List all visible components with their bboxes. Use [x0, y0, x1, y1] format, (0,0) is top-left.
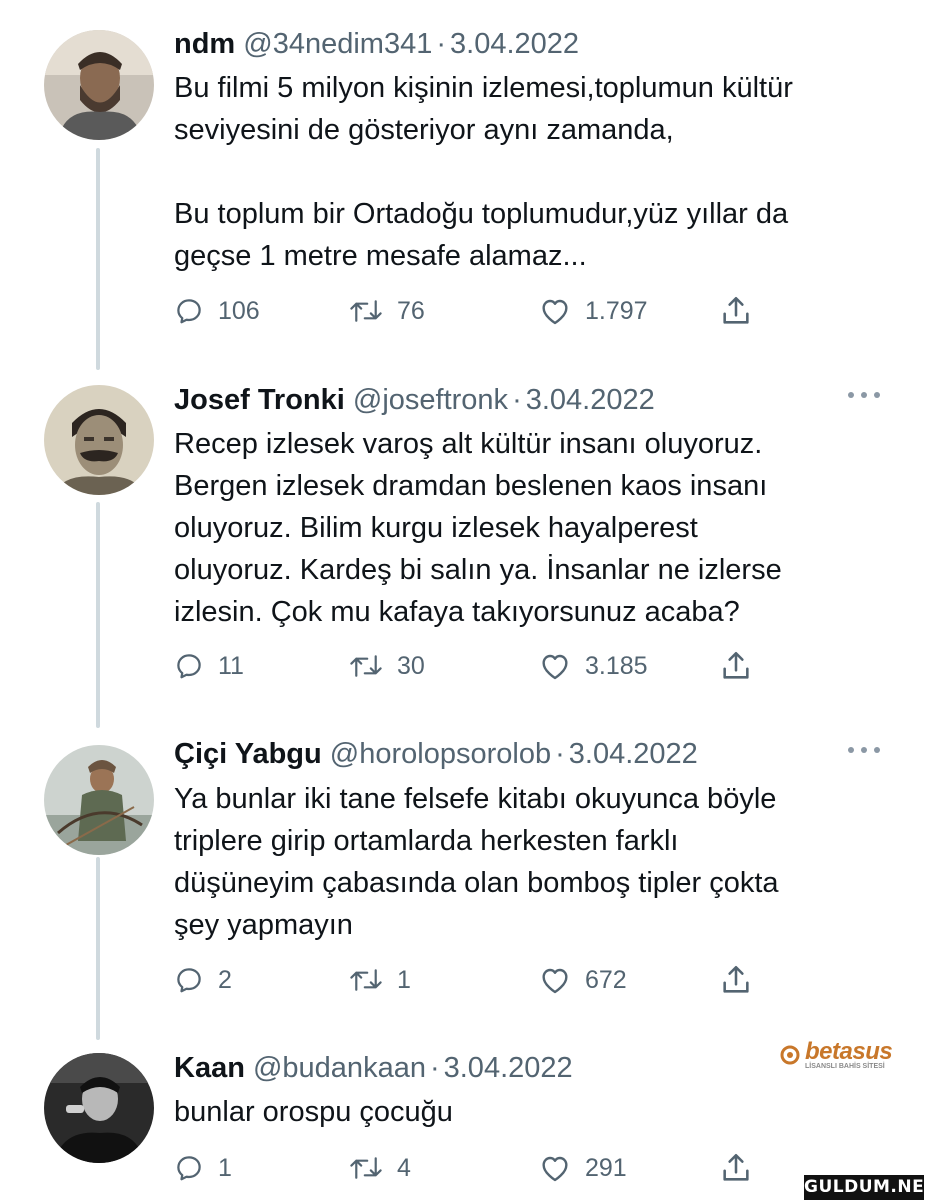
retweet-button[interactable]: 1: [349, 960, 411, 1000]
user-handle[interactable]: @horolopsorolob: [330, 738, 551, 770]
share-icon: [723, 1153, 749, 1181]
tweet-date[interactable]: 3.04.2022: [450, 28, 579, 60]
reply-count: 11: [218, 651, 244, 680]
share-button[interactable]: [719, 646, 753, 686]
separator: ·: [555, 738, 565, 770]
avatar[interactable]: [44, 385, 154, 495]
reply-button[interactable]: 1: [174, 1148, 232, 1188]
retweet-icon: [350, 300, 382, 322]
like-button[interactable]: 3.185: [539, 646, 648, 686]
more-options-button[interactable]: [846, 745, 882, 765]
reply-button[interactable]: 106: [174, 291, 260, 331]
share-icon: [723, 651, 749, 679]
display-name[interactable]: Josef Tronki: [174, 384, 345, 416]
share-button[interactable]: [719, 960, 753, 1000]
tweet-date[interactable]: 3.04.2022: [526, 384, 655, 416]
reply-icon: [177, 299, 201, 324]
tweet[interactable]: Çiçi Yabgu @horolopsorolob · 3.04.2022 Ya …: [0, 720, 927, 1040]
retweet-count: 1: [397, 965, 411, 994]
reply-count: 1: [218, 1153, 232, 1182]
separator: ·: [512, 384, 522, 416]
tweet-header: ndm @34nedim341 · 3.04.2022: [174, 24, 579, 64]
tweet-text: Bu filmi 5 milyon kişinin izlemesi,toplu…: [174, 72, 793, 272]
reply-icon: [177, 968, 201, 993]
tweet-actions: 106 76 1.797: [174, 291, 774, 331]
like-count: 291: [585, 1153, 627, 1182]
retweet-count: 30: [397, 651, 425, 680]
reply-icon: [177, 654, 201, 679]
share-button[interactable]: [719, 291, 753, 331]
tweet-text: Recep izlesek varoş alt kültür insanı ol…: [174, 428, 782, 628]
retweet-icon: [350, 1157, 382, 1179]
tweet-header: Çiçi Yabgu @horolopsorolob · 3.04.2022: [174, 734, 698, 774]
reply-count: 2: [218, 965, 232, 994]
retweet-count: 76: [397, 296, 425, 325]
user-handle[interactable]: @34nedim341: [243, 28, 432, 60]
tweet-date[interactable]: 3.04.2022: [569, 738, 698, 770]
retweet-button[interactable]: 4: [349, 1148, 411, 1188]
like-button[interactable]: 672: [539, 960, 627, 1000]
like-icon: [542, 654, 568, 680]
like-button[interactable]: 291: [539, 1148, 627, 1188]
share-icon: [723, 296, 749, 324]
reply-button[interactable]: 11: [174, 646, 244, 686]
user-handle[interactable]: @joseftronk: [353, 384, 508, 416]
retweet-count: 4: [397, 1153, 411, 1182]
brand-name: betasus: [805, 1038, 893, 1065]
avatar[interactable]: [44, 1053, 154, 1163]
retweet-icon: [350, 969, 382, 991]
more-icon: [848, 747, 880, 753]
reply-button[interactable]: 2: [174, 960, 232, 1000]
avatar[interactable]: [44, 30, 154, 140]
retweet-icon: [350, 655, 382, 677]
separator: ·: [429, 1052, 440, 1084]
brand-logo: betasus LİSANSLI BAHİS SİTESİ: [777, 1038, 917, 1074]
more-options-button[interactable]: [846, 390, 882, 410]
reply-count: 106: [218, 296, 260, 325]
brand-ring-icon: [780, 1045, 800, 1065]
brand-tagline: LİSANSLI BAHİS SİTESİ: [805, 1063, 885, 1070]
like-count: 672: [585, 965, 627, 994]
tweet-actions: 1 4 291: [174, 1148, 774, 1188]
tweet-header: Josef Tronki @joseftronk · 3.04.2022: [174, 380, 655, 420]
like-count: 1.797: [585, 296, 648, 325]
like-button[interactable]: 1.797: [539, 291, 648, 331]
display-name[interactable]: ndm: [174, 28, 235, 60]
tweet-text: bunlar orospu çocuğu: [174, 1096, 453, 1128]
like-icon: [542, 1156, 568, 1182]
tweet-actions: 11 30 3.185: [174, 646, 774, 686]
like-count: 3.185: [585, 651, 648, 680]
user-handle[interactable]: @budankaan: [253, 1052, 426, 1084]
tweet-date[interactable]: 3.04.2022: [444, 1052, 573, 1084]
retweet-button[interactable]: 76: [349, 291, 425, 331]
like-icon: [542, 299, 568, 325]
avatar[interactable]: [44, 745, 154, 855]
tweet[interactable]: Josef Tronki @joseftronk · 3.04.2022 Recep…: [0, 360, 927, 720]
share-button[interactable]: [719, 1148, 753, 1188]
separator: ·: [436, 28, 447, 60]
tweet[interactable]: ndm @34nedim341 · 3.04.2022 Bu filmi 5 mil…: [0, 0, 927, 360]
display-name[interactable]: Çiçi Yabgu: [174, 738, 322, 770]
display-name[interactable]: Kaan: [174, 1052, 245, 1084]
reply-icon: [177, 1156, 201, 1181]
tweet-header: Kaan @budankaan · 3.04.2022: [174, 1048, 573, 1088]
share-icon: [723, 965, 749, 993]
retweet-button[interactable]: 30: [349, 646, 425, 686]
tweet-text: Ya bunlar iki tane felsefe kitabı okuyun…: [174, 783, 779, 941]
tweet-actions: 2 1 672: [174, 960, 774, 1000]
like-icon: [542, 968, 568, 994]
site-watermark: GULDUM.NET: [804, 1175, 927, 1200]
more-icon: [848, 392, 880, 398]
